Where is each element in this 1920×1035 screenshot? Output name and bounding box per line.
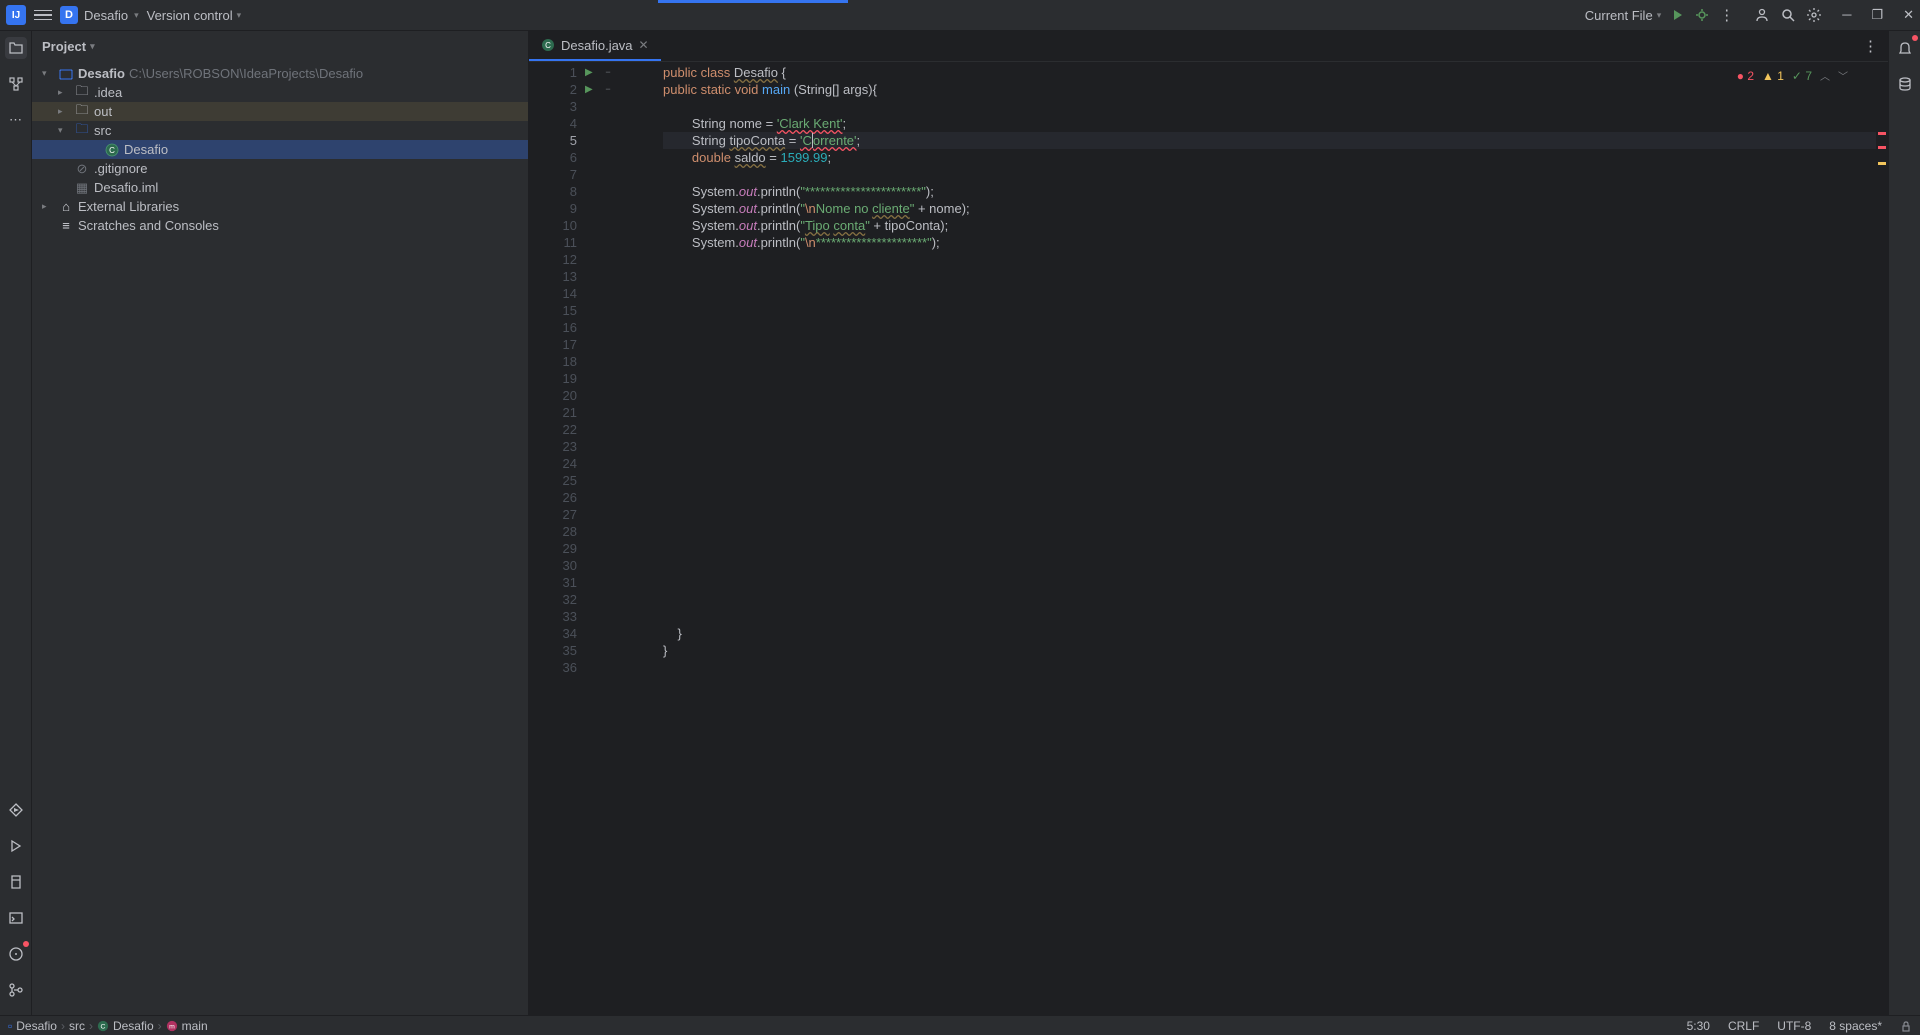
- warning-marker[interactable]: [1878, 162, 1886, 165]
- chevron-down-icon: ▾: [90, 41, 95, 52]
- panel-title: Project: [42, 39, 86, 54]
- svg-text:C: C: [100, 1023, 105, 1030]
- tree-external-libraries[interactable]: ▸ ⌂ External Libraries: [32, 197, 528, 216]
- indent-setting[interactable]: 8 spaces*: [1829, 1019, 1882, 1033]
- project-panel-header[interactable]: Project ▾: [32, 31, 528, 62]
- services-tool-button[interactable]: [5, 799, 27, 821]
- navigation-breadcrumb[interactable]: ▫ Desafio › src › C Desafio › m main: [8, 1019, 208, 1033]
- vcs-tool-button[interactable]: [5, 979, 27, 1001]
- settings-icon[interactable]: [1806, 7, 1822, 23]
- tree-root-label: Desafio: [78, 66, 125, 81]
- terminal-tool-button[interactable]: [5, 907, 27, 929]
- file-encoding[interactable]: UTF-8: [1777, 1019, 1811, 1033]
- status-bar: ▫ Desafio › src › C Desafio › m main 5:3…: [0, 1015, 1920, 1035]
- notifications-icon[interactable]: [1894, 37, 1916, 59]
- project-badge-icon: D: [60, 6, 78, 24]
- tree-item-label: out: [94, 104, 112, 119]
- line-separator[interactable]: CRLF: [1728, 1019, 1759, 1033]
- run-line-icon[interactable]: ▶: [585, 81, 601, 98]
- project-selector[interactable]: D Desafio ▾: [60, 6, 139, 24]
- minimize-button[interactable]: ─: [1842, 7, 1851, 23]
- code-with-me-icon[interactable]: [1754, 7, 1770, 23]
- tree-file-desafio-class[interactable]: C Desafio: [32, 140, 528, 159]
- tree-item-label: External Libraries: [78, 199, 179, 214]
- version-control-menu[interactable]: Version control ▾: [147, 8, 242, 23]
- debug-button[interactable]: [1695, 8, 1709, 22]
- tree-item-label: .idea: [94, 85, 122, 100]
- chevron-down-icon: ▾: [237, 10, 242, 21]
- tree-folder-src[interactable]: ▾ 🗀 src: [32, 121, 528, 140]
- tree-file-iml[interactable]: ▦ Desafio.iml: [32, 178, 528, 197]
- right-tool-rail: [1888, 31, 1920, 1015]
- build-tool-button[interactable]: [5, 871, 27, 893]
- breadcrumb-class[interactable]: Desafio: [113, 1019, 154, 1033]
- tree-item-label: Desafio.iml: [94, 180, 158, 195]
- breadcrumb-project[interactable]: Desafio: [16, 1019, 57, 1033]
- tree-root[interactable]: ▾ Desafio C:\Users\ROBSON\IdeaProjects\D…: [32, 64, 528, 83]
- tree-item-label: Scratches and Consoles: [78, 218, 219, 233]
- run-gutter[interactable]: ▶ ▶: [585, 62, 601, 1015]
- cursor-position[interactable]: 5:30: [1687, 1019, 1710, 1033]
- warning-count: ▲ 1: [1762, 69, 1784, 83]
- weak-warning-count: ✓ 7: [1792, 69, 1812, 83]
- problems-tool-button[interactable]: [5, 943, 27, 965]
- close-button[interactable]: ✕: [1903, 7, 1914, 23]
- loading-progress-bar: [658, 0, 848, 3]
- code-editor[interactable]: 1234 5678 9101112 13141516 17181920 2122…: [529, 62, 1888, 1015]
- class-icon: C: [541, 38, 555, 52]
- project-tree[interactable]: ▾ Desafio C:\Users\ROBSON\IdeaProjects\D…: [32, 62, 528, 1015]
- inspections-widget[interactable]: ● 2 ▲ 1 ✓ 7 ︿ ﹀: [1737, 68, 1848, 83]
- tree-item-label: .gitignore: [94, 161, 147, 176]
- svg-text:C: C: [545, 41, 551, 50]
- tree-item-label: Desafio: [124, 142, 168, 157]
- tree-scratches[interactable]: ≡ Scratches and Consoles: [32, 216, 528, 235]
- search-icon[interactable]: [1780, 7, 1796, 23]
- error-marker[interactable]: [1878, 146, 1886, 149]
- chevron-down-icon: ▾: [1657, 10, 1662, 21]
- tree-root-path: C:\Users\ROBSON\IdeaProjects\Desafio: [129, 66, 363, 81]
- tree-file-gitignore[interactable]: ⊘ .gitignore: [32, 159, 528, 178]
- tree-item-label: src: [94, 123, 111, 138]
- hamburger-menu-icon[interactable]: [34, 6, 52, 24]
- app-logo-icon: IJ: [6, 5, 26, 25]
- method-icon: m: [166, 1020, 178, 1032]
- project-tool-window: Project ▾ ▾ Desafio C:\Users\ROBSON\Idea…: [32, 31, 529, 1015]
- code-content[interactable]: public class Desafio {public static void…: [615, 62, 1876, 1015]
- left-tool-rail: ⋯: [0, 31, 32, 1015]
- class-icon: C: [97, 1020, 109, 1032]
- tree-folder-out[interactable]: ▸ 🗀 out: [32, 102, 528, 121]
- error-count: ● 2: [1737, 69, 1754, 83]
- error-marker[interactable]: [1878, 132, 1886, 135]
- inspections-down-icon[interactable]: ﹀: [1838, 68, 1848, 83]
- editor-tabs: C Desafio.java ✕ ⋮: [529, 31, 1888, 62]
- vcs-label-text: Version control: [147, 8, 233, 23]
- tab-close-icon[interactable]: ✕: [639, 38, 649, 52]
- structure-tool-button[interactable]: [5, 73, 27, 95]
- tab-label: Desafio.java: [561, 38, 633, 53]
- svg-text:C: C: [109, 146, 115, 155]
- run-tool-button[interactable]: [5, 835, 27, 857]
- run-line-icon[interactable]: ▶: [585, 64, 601, 81]
- project-tool-button[interactable]: [5, 37, 27, 59]
- more-run-options-icon[interactable]: ⋮: [1719, 6, 1734, 24]
- tab-options-icon[interactable]: ⋮: [1863, 37, 1878, 55]
- database-tool-button[interactable]: [1894, 73, 1916, 95]
- error-stripe[interactable]: [1876, 62, 1888, 1015]
- svg-text:m: m: [169, 1023, 175, 1030]
- current-file-label: Current File: [1585, 8, 1653, 23]
- tree-folder-idea[interactable]: ▸ 🗀 .idea: [32, 83, 528, 102]
- breadcrumb-folder[interactable]: src: [69, 1019, 85, 1033]
- run-config-selector[interactable]: Current File ▾: [1585, 8, 1661, 23]
- line-number-gutter: 1234 5678 9101112 13141516 17181920 2122…: [529, 62, 585, 1015]
- project-name: Desafio: [84, 8, 128, 23]
- fold-gutter[interactable]: −−: [601, 62, 615, 1015]
- inspections-up-icon[interactable]: ︿: [1820, 68, 1830, 83]
- maximize-button[interactable]: ❐: [1871, 7, 1883, 23]
- breadcrumb-method[interactable]: main: [182, 1019, 208, 1033]
- readonly-lock-icon[interactable]: [1900, 1020, 1912, 1032]
- more-tools-button[interactable]: ⋯: [5, 109, 27, 131]
- run-button[interactable]: [1671, 8, 1685, 22]
- chevron-down-icon: ▾: [134, 10, 139, 21]
- file-tab[interactable]: C Desafio.java ✕: [529, 31, 661, 61]
